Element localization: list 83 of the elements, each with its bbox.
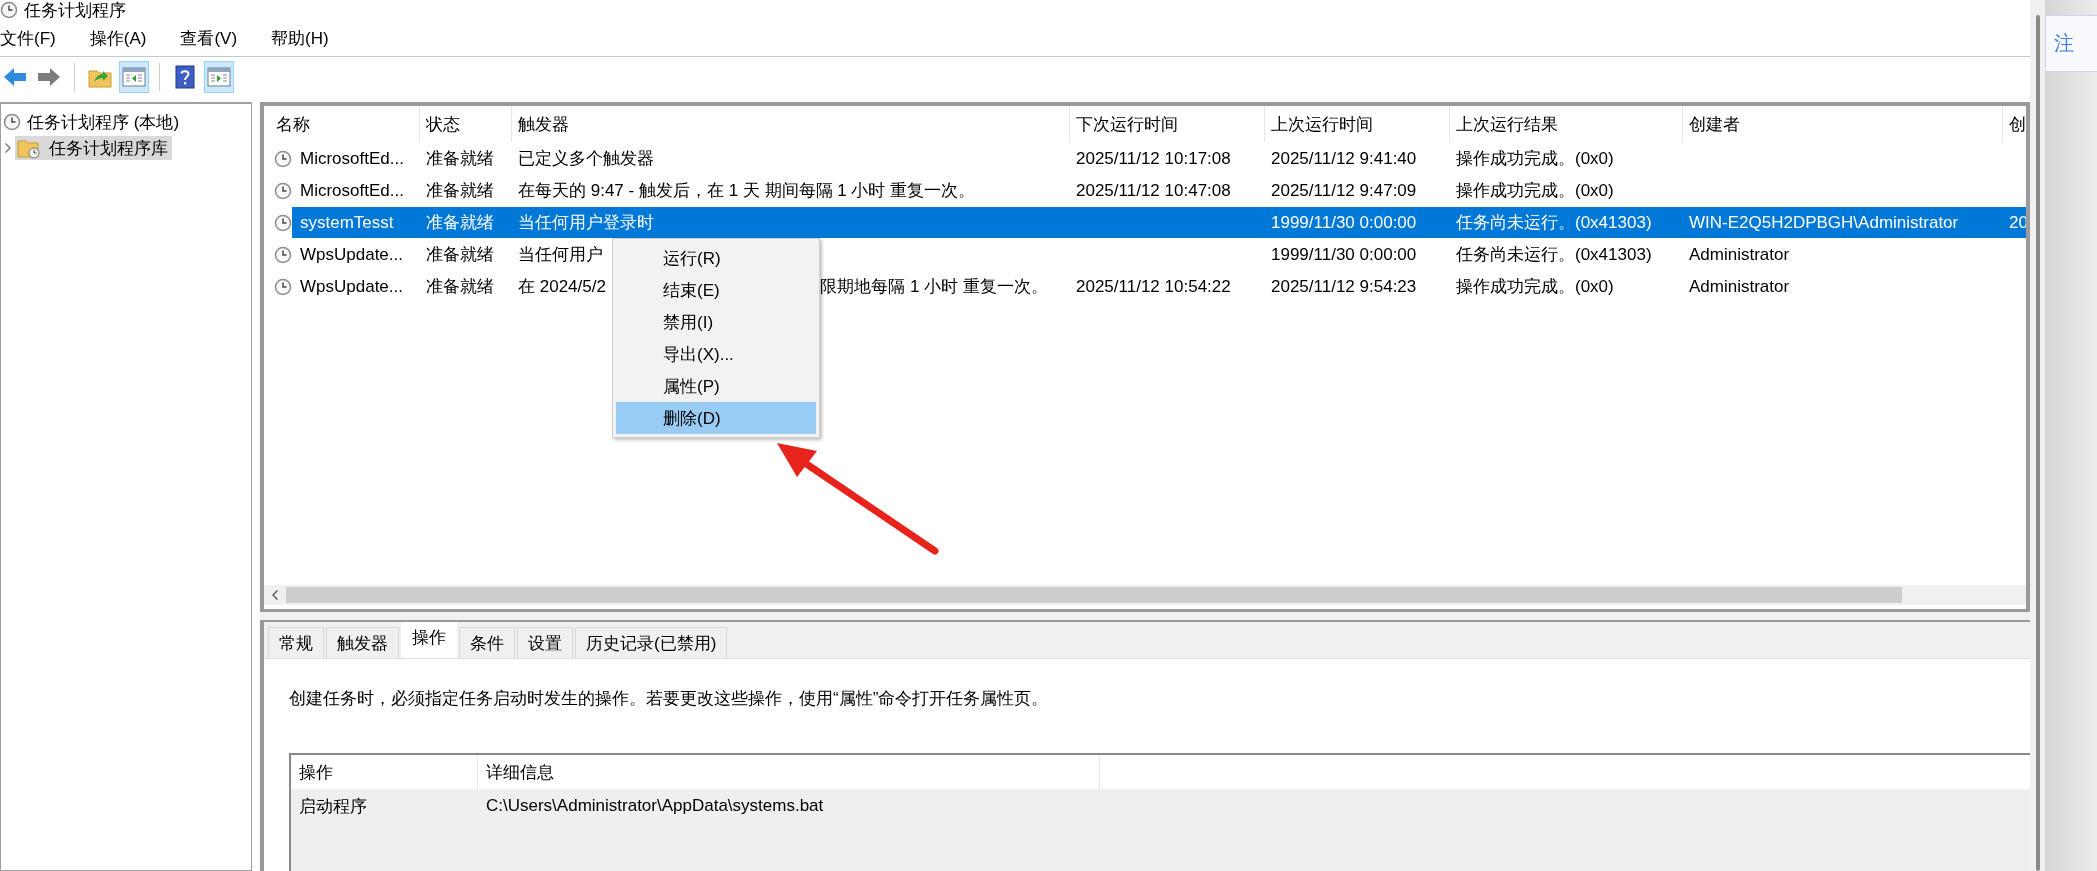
- menu-item[interactable]: 运行(R): [616, 242, 816, 274]
- table-cell: 1999/11/30 0:00:00: [1271, 244, 1417, 264]
- tree-item[interactable]: 任务计划程序 (本地): [1, 110, 184, 134]
- tab[interactable]: 触发器: [326, 627, 399, 658]
- table-cell: 当任何用户: [518, 245, 603, 264]
- tab[interactable]: 常规: [268, 627, 324, 658]
- menu-item[interactable]: 删除(D): [616, 402, 816, 434]
- table-cell: WpsUpdate...: [300, 244, 403, 264]
- menu-item[interactable]: 帮助(H): [271, 22, 329, 54]
- scrollbar-thumb[interactable]: [286, 587, 1902, 603]
- table-cell: 2025/11/12 9:41:40: [1271, 148, 1417, 168]
- description-text: 创建任务时，必须指定任务启动时发生的操作。若要更改这些操作，使用“属性”命令打开任务属性页。: [289, 689, 1049, 708]
- table-cell: 任务尚未运行。(0x41303): [1456, 245, 1652, 264]
- table-cell: WpsUpdate...: [300, 276, 403, 296]
- table-cell: 2025/11/12 9:54:23: [1271, 276, 1417, 296]
- menu-item[interactable]: 文件(F): [0, 22, 56, 54]
- column-header[interactable]: 上次运行结果: [1450, 106, 1683, 142]
- table-cell: Administrator: [1689, 244, 1790, 264]
- tab[interactable]: 条件: [459, 627, 515, 658]
- tree-item[interactable]: 任务计划程序库: [15, 136, 172, 160]
- table-cell: 准备就绪: [426, 181, 494, 200]
- menu-item[interactable]: 导出(X)...: [616, 338, 816, 370]
- panel-icon: [207, 66, 231, 88]
- table-cell: 操作成功完成。(0x0): [1456, 277, 1614, 296]
- clock-icon: [274, 245, 292, 264]
- table-cell: WIN-E2Q5H2DPBGH\Administrator: [1689, 212, 1959, 232]
- table-cell-text: 在 2024/5/2: [518, 276, 606, 298]
- table-cell: MicrosoftEd...: [300, 180, 404, 200]
- panel-icon: [122, 66, 146, 88]
- clock-icon: [3, 113, 21, 131]
- menu-item[interactable]: 查看(V): [180, 22, 238, 54]
- table-cell: 准备就绪: [426, 213, 494, 232]
- tab[interactable]: 历史记录(已禁用): [575, 627, 728, 658]
- column-header[interactable]: 创建者: [1683, 106, 2003, 142]
- column-header[interactable]: 触发器: [512, 106, 1070, 142]
- table-cell: 操作成功完成。(0x0): [1456, 149, 1614, 168]
- table-cell: 准备就绪: [426, 149, 494, 168]
- clock-icon: [274, 213, 292, 232]
- column-header[interactable]: 名称: [264, 106, 420, 142]
- scrollbar[interactable]: [264, 585, 2026, 605]
- folder-clock-icon: [17, 137, 43, 159]
- table-cell: MicrosoftEd...: [300, 148, 404, 168]
- table-cell: Administrator: [1689, 276, 1790, 296]
- help-icon: [175, 65, 195, 89]
- menu-item[interactable]: 操作(A): [89, 22, 147, 54]
- table-cell: 2025/11/12 10:47:08: [1076, 180, 1231, 200]
- clock-icon: [274, 149, 292, 168]
- table-cell-text: C:\Users\Administrator\AppData\systems.bat: [485, 796, 825, 816]
- clock-icon: [0, 1, 18, 19]
- clock-icon: [274, 277, 292, 296]
- scrollbar-thumb[interactable]: [2035, 15, 2040, 871]
- window-title: 任务计划程序: [24, 0, 126, 20]
- table-cell: 在每天的 9:47 - 触发后，在 1 天 期间每隔 1 小时 重复一次。: [518, 181, 976, 200]
- table-cell: 2025/11/12 9:47:09: [1271, 180, 1417, 200]
- tree-label: 任务计划程序库: [49, 137, 168, 160]
- table-cell-text: 限期地每隔 1 小时 重复一次。: [820, 276, 1048, 298]
- tree-label: 任务计划程序 (本地): [27, 111, 180, 134]
- chevron-right-icon[interactable]: [4, 142, 12, 154]
- side-link[interactable]: 注: [2054, 30, 2074, 57]
- tab[interactable]: 设置: [517, 627, 573, 658]
- tab[interactable]: 操作: [401, 622, 457, 658]
- table-cell: 任务尚未运行。(0x41303): [1456, 213, 1652, 232]
- menu-item[interactable]: 属性(P): [616, 370, 816, 402]
- column-header[interactable]: 上次运行时间: [1265, 106, 1450, 142]
- chevron-left-icon[interactable]: [271, 589, 279, 601]
- table-cell: 已定义多个触发器: [518, 149, 654, 168]
- table-cell: 准备就绪: [426, 277, 494, 296]
- table-cell: systemTesst: [300, 212, 394, 232]
- table-cell: 当任何用户登录时: [518, 213, 654, 232]
- clock-icon: [274, 181, 292, 200]
- back-arrow-icon: [3, 66, 27, 88]
- menu-item[interactable]: 禁用(I): [616, 306, 816, 338]
- table-cell: 2025/11/12 10:54:22: [1076, 276, 1231, 296]
- table-cell: 1999/11/30 0:00:00: [1271, 212, 1417, 232]
- column-header[interactable]: 状态: [420, 106, 512, 142]
- table-cell: 准备就绪: [426, 245, 494, 264]
- forward-arrow-icon: [37, 66, 61, 88]
- table-cell: 2025/11/12 10:17:08: [1076, 148, 1231, 168]
- table-cell-text: 启动程序: [298, 795, 368, 818]
- column-header[interactable]: 下次运行时间: [1070, 106, 1265, 142]
- scrollbar[interactable]: [2030, 0, 2045, 871]
- table-cell: 操作成功完成。(0x0): [1456, 181, 1614, 200]
- menu-item[interactable]: 结束(E): [616, 274, 816, 306]
